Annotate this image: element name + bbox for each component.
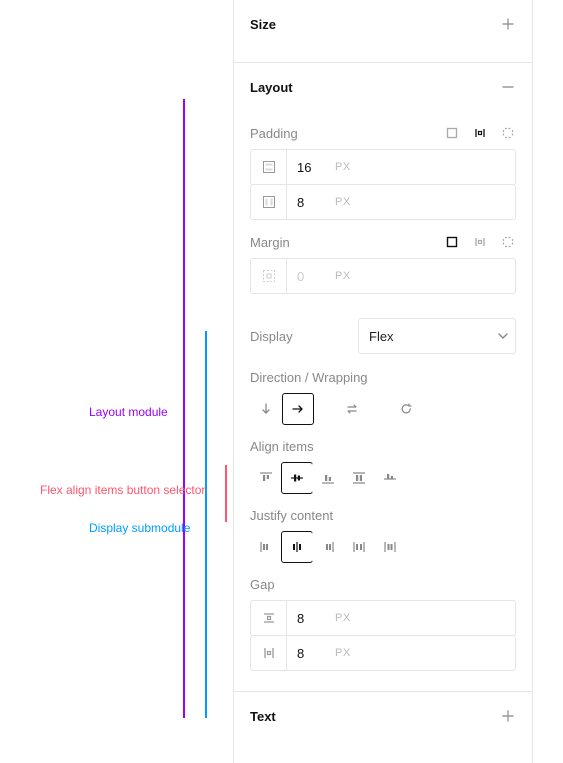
unit-label: PX <box>335 601 351 635</box>
padding-mode-axis-icon[interactable] <box>472 125 488 141</box>
minus-icon[interactable] <box>500 79 516 95</box>
justify-space-between-button[interactable] <box>343 531 375 563</box>
section-title-layout: Layout <box>250 80 293 95</box>
padding-mode-individual-icon[interactable] <box>500 125 516 141</box>
padding-header: Padding <box>250 125 516 141</box>
guide-layout-module <box>183 99 185 718</box>
unit-label: PX <box>335 185 351 219</box>
margin-header: Margin <box>250 234 516 250</box>
gap-row: PX <box>250 600 516 636</box>
section-title-text: Text <box>250 709 276 724</box>
unit-label: PX <box>335 259 351 293</box>
padding-vertical-row: PX <box>250 149 516 185</box>
margin-mode-axis-icon[interactable] <box>472 234 488 250</box>
plus-icon[interactable] <box>500 16 516 32</box>
align-items-baseline-button[interactable] <box>374 462 406 494</box>
padding-horizontal-input[interactable] <box>287 185 335 219</box>
section-header-text[interactable]: Text <box>234 692 532 740</box>
padding-horizontal-row: PX <box>250 184 516 220</box>
margin-all-icon <box>251 259 287 293</box>
align-items-start-button[interactable] <box>250 462 282 494</box>
gap-row-input[interactable] <box>287 601 335 635</box>
section-header-layout[interactable]: Layout <box>234 63 532 111</box>
align-items-stretch-button[interactable] <box>343 462 375 494</box>
padding-vertical-icon <box>251 150 287 184</box>
justify-content-buttons <box>250 531 516 563</box>
section-text: Text <box>234 692 532 740</box>
section-size: Size <box>234 0 532 63</box>
guide-display-submodule <box>205 331 207 718</box>
margin-input[interactable] <box>287 259 335 293</box>
justify-start-button[interactable] <box>250 531 282 563</box>
padding-mode-uniform-icon[interactable] <box>444 125 460 141</box>
margin-row: PX <box>250 258 516 294</box>
unit-label: PX <box>335 636 351 670</box>
properties-panel: Size Layout Padding <box>233 0 533 763</box>
section-title-size: Size <box>250 17 276 32</box>
align-items-center-button[interactable] <box>281 462 313 494</box>
anno-layout-module: Layout module <box>89 405 168 419</box>
unit-label: PX <box>335 150 351 184</box>
gap-column-input[interactable] <box>287 636 335 670</box>
padding-mode-icons <box>444 125 516 141</box>
justify-center-button[interactable] <box>281 531 313 563</box>
section-header-size[interactable]: Size <box>234 0 532 48</box>
gap-column: PX <box>250 635 516 671</box>
anno-align-items-selector: Flex align items button selector <box>40 483 205 497</box>
align-items-end-button[interactable] <box>312 462 344 494</box>
section-layout: Layout Padding <box>234 63 532 692</box>
align-items-buttons <box>250 462 516 494</box>
guide-align-items <box>225 465 227 522</box>
padding-vertical-input[interactable] <box>287 150 335 184</box>
display-select[interactable]: Flex <box>358 318 516 354</box>
reverse-button[interactable] <box>390 393 422 425</box>
label-align-items: Align items <box>250 439 516 454</box>
justify-space-around-button[interactable] <box>374 531 406 563</box>
margin-mode-icons <box>444 234 516 250</box>
justify-end-button[interactable] <box>312 531 344 563</box>
label-margin: Margin <box>250 235 290 250</box>
label-gap: Gap <box>250 577 516 592</box>
anno-display-submodule: Display submodule <box>89 521 190 535</box>
label-display: Display <box>250 329 358 344</box>
display-select-wrap: Flex <box>358 318 516 354</box>
label-justify-content: Justify content <box>250 508 516 523</box>
padding-horizontal-icon <box>251 185 287 219</box>
gap-row-icon <box>251 601 287 635</box>
label-padding: Padding <box>250 126 298 141</box>
direction-column-button[interactable] <box>250 393 282 425</box>
label-direction: Direction / Wrapping <box>250 370 516 385</box>
gap-column-icon <box>251 636 287 670</box>
direction-buttons <box>250 393 516 425</box>
margin-mode-uniform-icon[interactable] <box>444 234 460 250</box>
display-row: Display Flex <box>250 318 516 354</box>
direction-row-button[interactable] <box>282 393 314 425</box>
section-body-layout: Padding PX <box>234 125 532 691</box>
wrap-button[interactable] <box>336 393 368 425</box>
plus-icon[interactable] <box>500 708 516 724</box>
margin-mode-individual-icon[interactable] <box>500 234 516 250</box>
